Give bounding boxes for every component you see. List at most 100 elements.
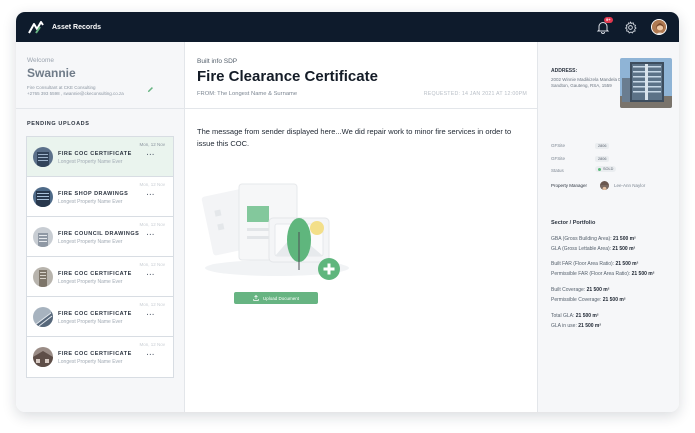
pending-item-title: FIRE COUNCIL DRAWINGS <box>58 231 140 237</box>
pending-item-title: FIRE COC CERTIFICATE <box>58 311 132 317</box>
pending-item-property: Longest Property Name Ever <box>58 239 123 245</box>
pending-item[interactable]: FIRE SHOP DRAWINGS Longest Property Name… <box>27 177 173 217</box>
document-message: The message from sender displayed here..… <box>197 127 512 148</box>
pending-item[interactable]: FIRE COC CERTIFICATE Longest Property Na… <box>27 137 173 177</box>
pending-item-date: Mon, 12 Nov <box>139 222 165 227</box>
notification-badge: 9+ <box>604 17 613 23</box>
more-options-icon[interactable]: ··· <box>147 232 156 239</box>
status-dot <box>598 167 601 171</box>
gear-icon[interactable] <box>624 21 637 34</box>
more-options-icon[interactable]: ··· <box>147 312 156 319</box>
metric-label: Total GLA: <box>551 313 575 319</box>
welcome-label: Welcome <box>27 57 54 64</box>
logo-icon[interactable] <box>28 20 44 34</box>
app-title: Asset Records <box>52 23 102 31</box>
user-company: Fire Consultant at CKE Consulting <box>27 85 96 90</box>
metric-row: Total GLA: 21 500 m² <box>551 313 599 319</box>
pending-item-property: Longest Property Name Ever <box>58 279 123 285</box>
pending-item-date: Mon, 12 Nov <box>139 342 165 347</box>
metric-row: GLA in use: 21 500 m² <box>551 323 601 329</box>
property-thumbnail <box>33 347 53 367</box>
metric-value: 21 500 m² <box>615 261 639 267</box>
metric-row: GBA (Gross Building Area): 21 500 m² <box>551 236 636 242</box>
pending-item-title: FIRE SHOP DRAWINGS <box>58 191 129 197</box>
upload-illustration <box>201 183 349 280</box>
left-panel: Welcome Swannie Fire Consultant at CKE C… <box>16 42 185 412</box>
metric-label: Permissible Coverage: <box>551 297 602 303</box>
more-options-icon[interactable]: ··· <box>147 272 156 279</box>
document-requested: REQUESTED: 14 JAN 2021 AT 12:00PM <box>423 91 527 97</box>
more-options-icon[interactable]: ··· <box>147 152 156 159</box>
pending-item-property: Longest Property Name Ever <box>58 359 123 365</box>
upload-document-button[interactable]: Upload Document <box>234 292 318 304</box>
document-panel: Built info SDP Fire Clearance Certificat… <box>185 42 537 412</box>
document-title: Fire Clearance Certificate <box>197 68 378 85</box>
pending-item-property: Longest Property Name Ever <box>58 319 123 325</box>
status-value: SOLD <box>603 167 614 171</box>
pending-item-title: FIRE COC CERTIFICATE <box>58 351 132 357</box>
pending-item-date: Mon, 12 Nov <box>139 262 165 267</box>
metric-label: GLA (Gross Lettable Area): <box>551 246 612 252</box>
status-label: Status <box>551 168 564 173</box>
metric-value: 21 500 m² <box>575 313 599 319</box>
metric-label: GLA in use: <box>551 323 577 329</box>
property-panel: ADDRESS: 2002 Winnie Madikizela Mandela … <box>537 42 679 412</box>
property-thumbnail <box>33 187 53 207</box>
document-from: FROM: The Longest Name & Surname <box>197 91 298 97</box>
address-label: ADDRESS: <box>551 68 578 74</box>
pending-item-date: Mon, 12 Nov <box>139 182 165 187</box>
metric-row: Permissible FAR (Floor Area Ratio): 21 5… <box>551 271 654 277</box>
pending-item[interactable]: FIRE COUNCIL DRAWINGS Longest Property N… <box>27 217 173 257</box>
property-thumbnail <box>33 267 53 287</box>
user-avatar[interactable] <box>651 19 667 35</box>
property-thumbnail <box>33 307 53 327</box>
pending-item[interactable]: FIRE COC CERTIFICATE Longest Property Na… <box>27 297 173 337</box>
notifications-button[interactable]: 9+ <box>596 17 613 34</box>
app-window: Asset Records 9+ Welcome Swannie Fire Co… <box>16 12 679 412</box>
property-manager-name: Lee-Ann Naylor <box>614 183 646 188</box>
pending-item-date: Mon, 12 Nov <box>139 302 165 307</box>
pending-item-date: Mon, 12 Nov <box>139 142 165 147</box>
metric-label: Built FAR (Floor Area Ratio): <box>551 261 615 267</box>
metric-label: GBA (Gross Building Area): <box>551 236 612 242</box>
divider <box>185 108 537 109</box>
field-label: GFSite <box>551 156 566 161</box>
building-image <box>620 58 672 108</box>
welcome-box: Welcome Swannie Fire Consultant at CKE C… <box>16 42 184 109</box>
user-name: Swannie <box>27 66 76 80</box>
pending-item-title: FIRE COC CERTIFICATE <box>58 151 132 157</box>
metric-row: Built FAR (Floor Area Ratio): 21 500 m² <box>551 261 638 267</box>
pending-uploads-list: FIRE COC CERTIFICATE Longest Property Na… <box>26 136 174 378</box>
property-manager-avatar <box>600 181 609 190</box>
metric-row: Built Coverage: 21 500 m² <box>551 287 609 293</box>
pending-item[interactable]: FIRE COC CERTIFICATE Longest Property Na… <box>27 257 173 297</box>
avatar-image <box>652 20 666 34</box>
address-text: 2002 Winnie Madikizela Mandela Dr, Sandt… <box>551 77 625 88</box>
pending-uploads-title: PENDING UPLOADS <box>27 121 90 127</box>
metric-label: Built Coverage: <box>551 287 586 293</box>
property-thumbnail <box>33 227 53 247</box>
upload-icon <box>253 295 259 301</box>
field-value: 2806 <box>595 156 610 162</box>
pencil-icon[interactable] <box>147 86 154 93</box>
document-subtitle: Built info SDP <box>197 58 238 65</box>
metric-row: GLA (Gross Lettable Area): 21 500 m² <box>551 246 635 252</box>
more-options-icon[interactable]: ··· <box>147 192 156 199</box>
metric-value: 21 500 m² <box>612 236 636 242</box>
property-thumbnail <box>33 147 53 167</box>
metric-value: 21 500 m² <box>631 271 655 277</box>
metric-value: 21 500 m² <box>586 287 610 293</box>
sector-title: Sector / Portfolio <box>551 220 596 226</box>
upload-document-label: Upload Document <box>262 295 300 301</box>
top-bar: Asset Records 9+ <box>16 12 679 42</box>
field-label: GFSite <box>551 143 566 148</box>
metric-label: Permissible FAR (Floor Area Ratio): <box>551 271 631 277</box>
status-badge: SOLD <box>595 166 617 172</box>
more-options-icon[interactable]: ··· <box>147 352 156 359</box>
metric-value: 21 500 m² <box>578 323 602 329</box>
pending-item[interactable]: FIRE COC CERTIFICATE Longest Property Na… <box>27 337 173 377</box>
metric-value: 21 500 m² <box>612 246 636 252</box>
field-value: 2806 <box>595 143 610 149</box>
metric-row: Permissible Coverage: 21 500 m² <box>551 297 626 303</box>
user-contact: +2765 393 5598 , swannie@ckeconsulting.c… <box>27 91 124 96</box>
